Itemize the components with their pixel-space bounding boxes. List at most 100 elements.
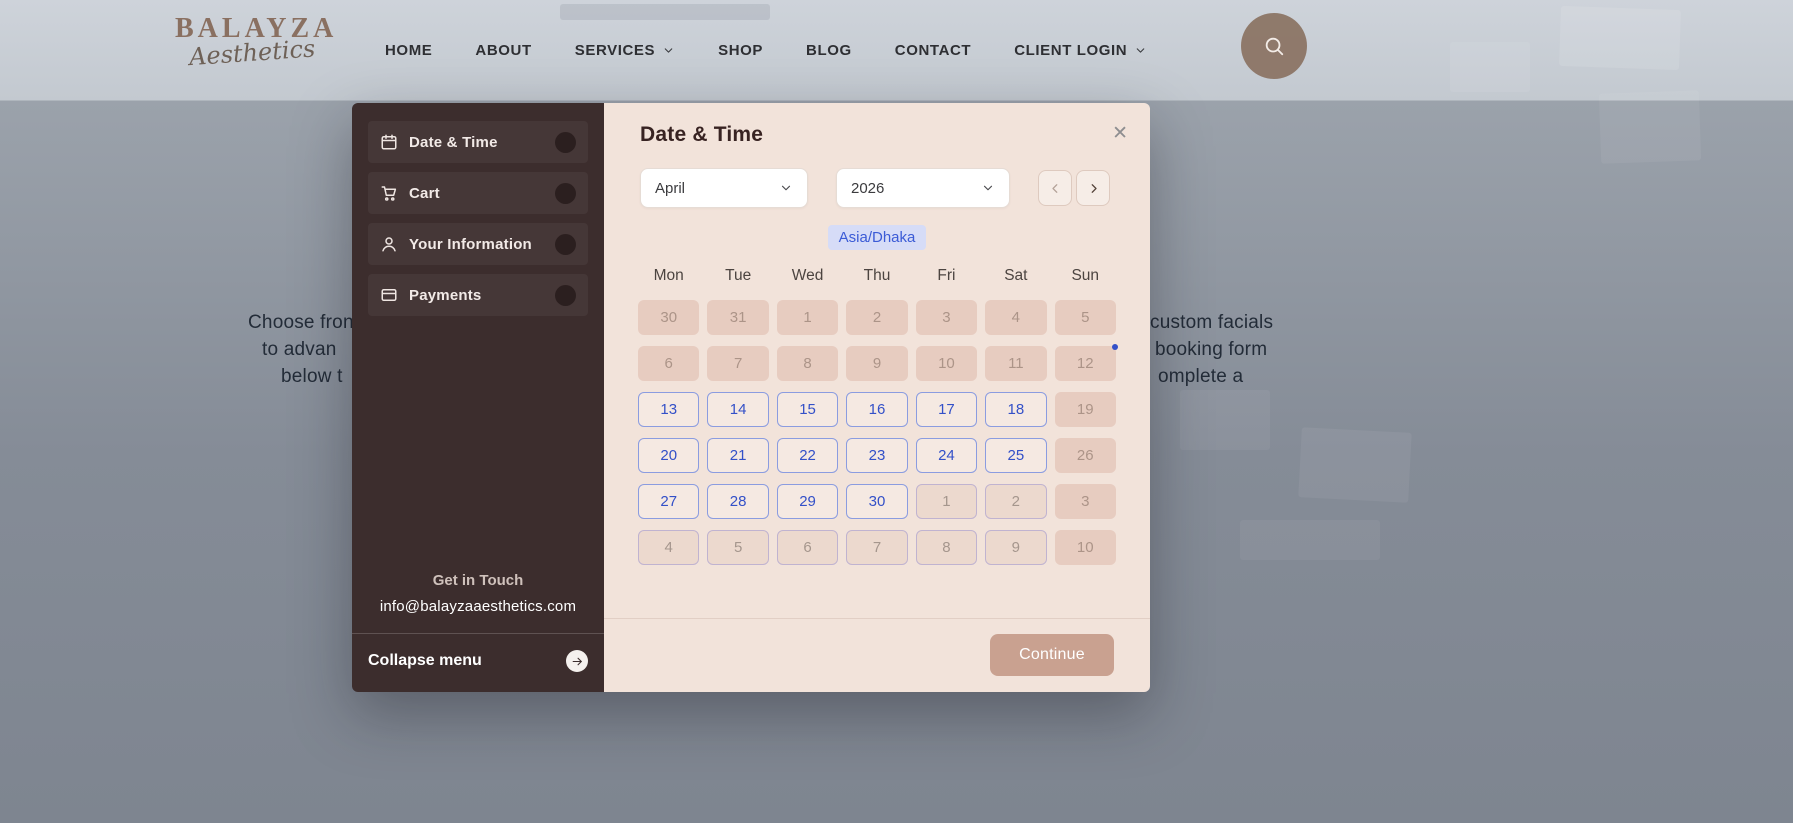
day-cell: 6	[776, 530, 839, 565]
nav-item-about[interactable]: ABOUT	[475, 42, 531, 59]
panel-title: Date & Time	[640, 123, 764, 146]
cart-icon	[380, 184, 398, 202]
day-cell[interactable]: 14	[707, 392, 769, 427]
nav-item-client-login[interactable]: CLIENT LOGIN	[1014, 42, 1147, 59]
day-number: 6	[664, 355, 673, 372]
day-number: 8	[942, 539, 951, 556]
day-number: 20	[660, 447, 678, 464]
day-cell: 9	[846, 346, 908, 381]
day-cell: 10	[1054, 530, 1116, 565]
day-cell[interactable]: 21	[707, 438, 769, 473]
day-cell[interactable]: 16	[846, 392, 908, 427]
calendar-controls: April 2026	[640, 168, 1110, 208]
continue-button[interactable]: Continue	[990, 634, 1114, 676]
day-cell[interactable]: 17	[915, 392, 978, 427]
day-number: 10	[1076, 539, 1094, 556]
nav-item-shop[interactable]: SHOP	[718, 42, 763, 59]
booking-modal: Date & Time Cart Your Information Payments …	[352, 103, 1150, 692]
day-cell[interactable]: 18	[985, 392, 1047, 427]
day-cell[interactable]: 20	[638, 438, 700, 473]
step-date-time[interactable]: Date & Time	[368, 121, 588, 163]
wizard-steps: Date & Time Cart Your Information Payments	[368, 121, 588, 325]
month-select-value: April	[655, 179, 686, 197]
nav-item-label: HOME	[385, 42, 433, 59]
day-number: 3	[1081, 493, 1090, 510]
prev-month-button[interactable]	[1038, 170, 1072, 206]
day-cell: 5	[1054, 300, 1116, 335]
day-number: 4	[1011, 309, 1021, 326]
contact-email[interactable]: info@balayzaaesthetics.com	[368, 598, 588, 615]
chevron-down-icon	[779, 181, 793, 195]
contact-heading: Get in Touch	[432, 572, 524, 589]
nav-item-blog[interactable]: BLOG	[806, 42, 852, 59]
day-cell: 7	[707, 346, 769, 381]
year-select-value: 2026	[851, 179, 885, 197]
nav-item-label: CONTACT	[894, 42, 972, 59]
weekday-label: Fri	[937, 267, 956, 284]
panel-footer: Continue	[604, 618, 1150, 692]
day-number: 13	[660, 401, 678, 418]
day-cell: 2	[985, 484, 1047, 519]
day-cell: 7	[846, 530, 908, 565]
step-cart[interactable]: Cart	[368, 172, 588, 214]
month-select[interactable]: April	[640, 168, 808, 208]
day-cell: 12	[1054, 344, 1118, 381]
chevron-down-icon	[981, 181, 995, 195]
nav-item-home[interactable]: HOME	[385, 42, 432, 59]
day-cell[interactable]: 29	[776, 484, 839, 519]
nav-item-contact[interactable]: CONTACT	[895, 42, 971, 59]
day-number: 25	[1007, 447, 1025, 464]
contact-block: Get in Touch info@balayzaaesthetics.com	[368, 572, 588, 615]
search-button[interactable]	[1241, 13, 1307, 79]
day-cell[interactable]: 24	[915, 438, 978, 473]
step-status-circle	[555, 131, 576, 153]
nav-item-services[interactable]: SERVICES	[575, 42, 675, 59]
day-number: 7	[872, 539, 882, 556]
background-text-fragment: below t	[281, 366, 343, 387]
background-text-fragment: Choose fron	[248, 312, 354, 333]
timezone-badge[interactable]: Asia/Dhaka	[827, 225, 927, 250]
day-cell[interactable]: 30	[846, 484, 908, 519]
step-payments[interactable]: Payments	[368, 274, 588, 316]
day-number: 18	[1007, 401, 1025, 418]
person-icon	[380, 235, 398, 253]
nav-item-label: SHOP	[718, 42, 764, 59]
step-label: Cart	[409, 184, 440, 202]
brand-logo[interactable]: BALAYZA Aesthetics	[175, 13, 337, 71]
day-cell: 3	[915, 300, 978, 335]
day-number: 17	[938, 401, 955, 418]
day-number: 2	[872, 309, 882, 326]
chevron-left-icon	[1048, 181, 1063, 196]
day-number: 8	[803, 355, 812, 372]
card-icon	[380, 286, 398, 304]
day-cell[interactable]: 27	[638, 484, 700, 519]
day-number: 9	[1011, 539, 1021, 556]
day-number: 24	[938, 447, 955, 464]
day-cell[interactable]: 23	[846, 438, 908, 473]
search-icon	[1263, 35, 1285, 57]
step-label: Your Information	[409, 235, 532, 253]
day-number: 19	[1076, 401, 1094, 418]
calendar-grid: 30 31 1 2 3 4 5 6 7 8 9 10 11 12 13 14 15 16 17 18 19 20 21 22 2…	[638, 300, 1118, 565]
day-number: 5	[1081, 309, 1090, 326]
availability-dot-icon	[1111, 344, 1118, 350]
day-cell[interactable]: 22	[776, 438, 839, 473]
next-month-button[interactable]	[1076, 170, 1110, 206]
collapse-menu-button[interactable]: Collapse menu	[368, 650, 588, 672]
day-cell: 9	[985, 530, 1047, 565]
month-nav	[1038, 170, 1110, 206]
arrow-right-icon	[566, 650, 588, 672]
day-cell[interactable]: 28	[707, 484, 769, 519]
day-number: 7	[733, 355, 743, 372]
year-select[interactable]: 2026	[836, 168, 1010, 208]
day-number: 2	[1011, 493, 1021, 510]
day-cell[interactable]: 13	[638, 392, 700, 427]
date-time-panel: Date & Time ✕ April 2026 Asia/Dhaka Mon …	[604, 103, 1150, 692]
day-number: 23	[868, 447, 886, 464]
day-cell[interactable]: 25	[985, 438, 1047, 473]
collapse-menu-label: Collapse menu	[368, 652, 482, 669]
close-button[interactable]: ✕	[1108, 120, 1132, 147]
step-your-information[interactable]: Your Information	[368, 223, 588, 265]
day-cell[interactable]: 15	[776, 392, 839, 427]
day-cell: 26	[1054, 438, 1116, 473]
